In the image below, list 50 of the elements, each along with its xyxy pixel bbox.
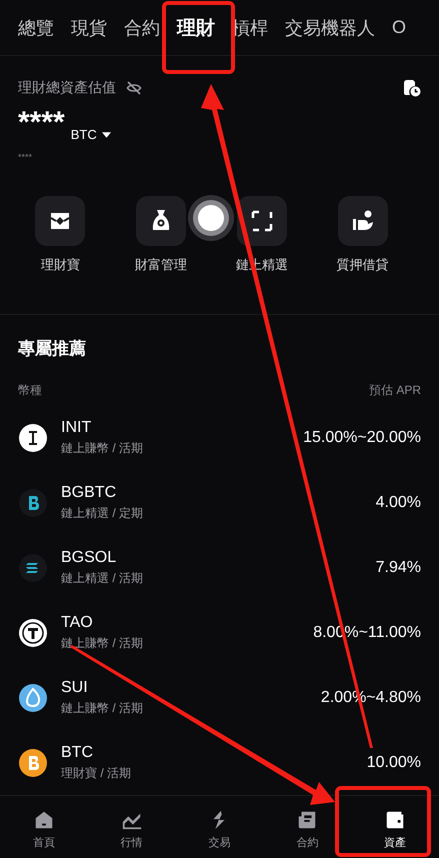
action-icon[interactable] — [338, 196, 388, 246]
currency-selector[interactable]: BTC — [70, 127, 111, 142]
nav-item[interactable]: 資產 — [351, 796, 439, 858]
apr-value: 15.00%~20.00% — [303, 428, 421, 446]
column-header: 幣種 — [18, 382, 42, 399]
nav-item[interactable]: 交易 — [176, 796, 264, 858]
touch-indicator — [188, 195, 234, 241]
coin-name[interactable]: TAO — [61, 614, 300, 632]
history-icon[interactable] — [401, 78, 421, 98]
apr-value: 4.00% — [376, 494, 421, 512]
coin-name[interactable]: BTC — [61, 744, 354, 762]
section-title: 專屬推薦 — [18, 338, 87, 360]
nav-item[interactable]: 合約 — [263, 796, 352, 858]
coin-icon — [18, 748, 48, 778]
coin-name[interactable]: BGBTC — [61, 484, 363, 502]
coin-name[interactable]: SUI — [61, 678, 308, 696]
assets-label: 理財總資產估值 — [18, 79, 116, 97]
action-icon[interactable] — [35, 196, 86, 246]
coin-icon — [18, 682, 48, 712]
product-type: 鏈上賺幣 / 活期 — [61, 440, 144, 456]
product-type: 鏈上精選 / 定期 — [61, 504, 144, 522]
coin-icon — [18, 488, 48, 518]
coin-name[interactable]: INIT — [61, 418, 290, 436]
tab[interactable]: 理財 — [177, 14, 215, 40]
coin-icon — [18, 422, 48, 452]
action-icon[interactable] — [236, 196, 287, 246]
tab[interactable]: 合約 — [124, 16, 160, 40]
tab[interactable]: 交易機器人 — [285, 16, 375, 40]
nav-item[interactable]: 首頁 — [0, 796, 88, 858]
coin-name[interactable]: BGSOL — [61, 548, 363, 566]
tab[interactable]: 現貨 — [71, 16, 107, 40]
caret-icon[interactable] — [102, 132, 111, 138]
tab[interactable]: 總覽 — [18, 16, 54, 40]
apr-value: 7.94% — [376, 558, 421, 576]
action-label[interactable]: 財富管理 — [135, 256, 188, 274]
coin-icon — [18, 552, 48, 582]
balance-value: **** — [18, 108, 65, 138]
balance-sub-value: **** — [18, 152, 34, 162]
apr-value: 10.00% — [366, 754, 421, 772]
action-label[interactable]: 理財寶 — [40, 256, 80, 274]
eye-hidden-icon[interactable] — [126, 80, 142, 96]
product-type: 鏈上精選 / 活期 — [61, 570, 144, 586]
product-type: 理財寶 / 活期 — [61, 764, 132, 782]
action-icon[interactable] — [136, 196, 186, 246]
column-header: 預估 APR — [368, 382, 421, 399]
tab[interactable]: O — [392, 17, 406, 38]
action-label[interactable]: 質押借貸 — [336, 256, 389, 274]
nav-item[interactable]: 行情 — [88, 796, 176, 858]
coin-icon — [18, 618, 48, 648]
product-type: 鏈上賺幣 / 活期 — [61, 700, 144, 716]
